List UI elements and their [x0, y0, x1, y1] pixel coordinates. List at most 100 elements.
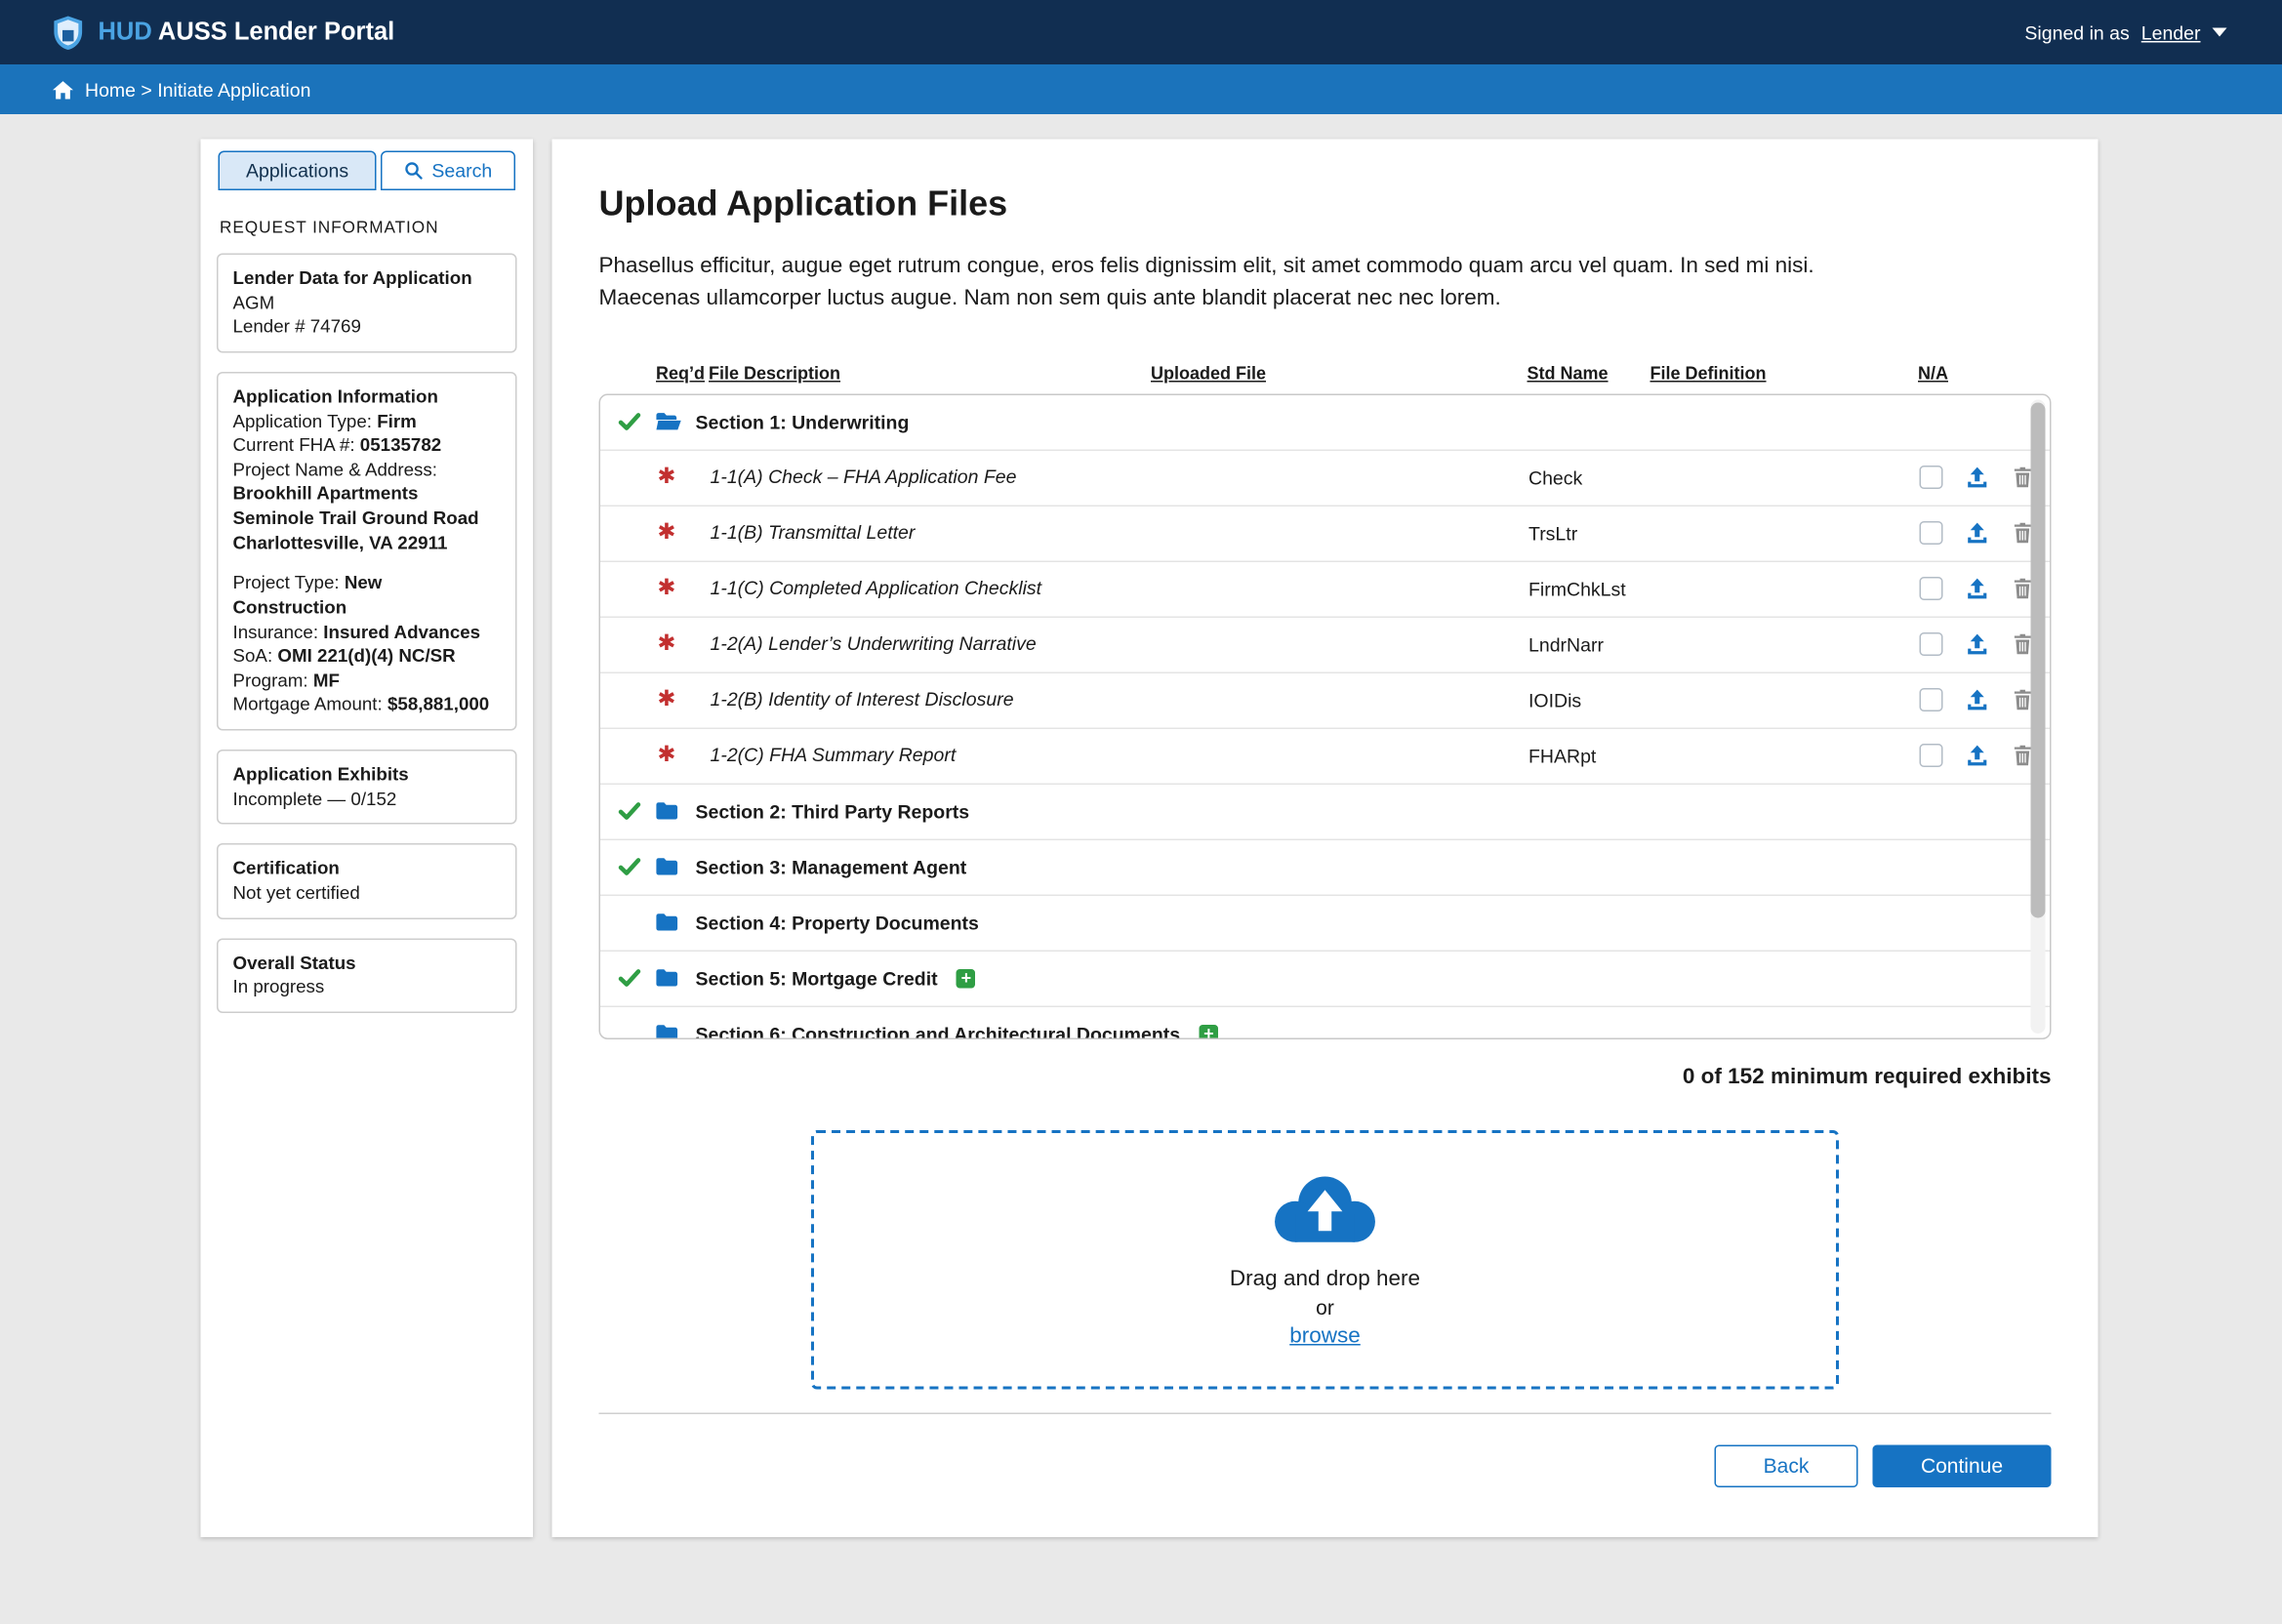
- required-icon: ✱: [658, 465, 676, 490]
- page-title: Upload Application Files: [599, 184, 2052, 225]
- tab-applications[interactable]: Applications: [219, 151, 377, 191]
- file-table: Section 1: Underwriting ✱ 1-1(A) Check –…: [599, 393, 2052, 1039]
- col-header-reqd[interactable]: Req’d: [656, 362, 705, 383]
- required-icon: ✱: [658, 576, 676, 601]
- folder-icon: [655, 409, 683, 434]
- file-description: 1-2(B) Identity of Interest Disclosure: [711, 688, 1014, 710]
- file-description: 1-1(B) Transmittal Letter: [711, 521, 916, 544]
- scrollbar-thumb[interactable]: [2031, 402, 2046, 917]
- upload-icon[interactable]: [1965, 743, 1990, 768]
- required-icon: ✱: [658, 520, 676, 546]
- upload-cloud-icon: [1264, 1170, 1387, 1254]
- na-checkbox[interactable]: [1920, 744, 1943, 767]
- certification-card: Certification Not yet certified: [217, 843, 517, 918]
- brand-hud: HUD: [99, 18, 152, 46]
- col-header-file-description[interactable]: File Description: [709, 362, 840, 383]
- address-line: Brookhill Apartments: [233, 482, 502, 507]
- na-checkbox[interactable]: [1920, 521, 1943, 545]
- check-icon: [618, 799, 641, 823]
- address-line: Charlottesville, VA 22911: [233, 531, 502, 555]
- lender-data-card: Lender Data for Application AGM Lender #…: [217, 254, 517, 353]
- current-fha: Current FHA #: 05135782: [233, 433, 502, 458]
- col-header-file-definition[interactable]: File Definition: [1650, 362, 1767, 383]
- tab-search[interactable]: Search: [381, 151, 515, 191]
- section-row[interactable]: Section 4: Property Documents: [600, 895, 2050, 951]
- home-icon[interactable]: [53, 80, 73, 100]
- sidebar: Applications Search REQUEST INFORMATION …: [201, 140, 534, 1538]
- file-row: ✱ 1-2(C) FHA Summary Report FHARpt: [600, 728, 2050, 784]
- check-icon: [618, 410, 641, 433]
- program: Program: MF: [233, 669, 502, 693]
- section-row[interactable]: Section 5: Mortgage Credit +: [600, 951, 2050, 1006]
- browse-link[interactable]: browse: [1289, 1323, 1361, 1349]
- certification-title: Certification: [233, 857, 502, 881]
- required-icon: ✱: [658, 631, 676, 657]
- folder-icon: [655, 854, 683, 879]
- table-header-row: Req’d File Description Uploaded File Std…: [599, 355, 2052, 390]
- section-label: Section 3: Management Agent: [696, 856, 967, 878]
- upload-icon[interactable]: [1965, 576, 1990, 601]
- std-name: LndrNarr: [1528, 633, 1651, 656]
- breadcrumb-text[interactable]: Home > Initiate Application: [85, 78, 310, 101]
- application-type: Application Type: Firm: [233, 409, 502, 433]
- section-row[interactable]: Section 1: Underwriting: [600, 394, 2050, 450]
- file-row: ✱ 1-2(B) Identity of Interest Disclosure…: [600, 672, 2050, 728]
- file-row: ✱ 1-1(C) Completed Application Checklist…: [600, 561, 2050, 617]
- folder-icon: [655, 965, 683, 991]
- required-icon: ✱: [658, 743, 676, 768]
- col-header-uploaded-file[interactable]: Uploaded File: [1151, 362, 1266, 383]
- file-description: 1-2(A) Lender’s Underwriting Narrative: [711, 632, 1037, 655]
- scrollbar[interactable]: [2031, 399, 2046, 1034]
- na-checkbox[interactable]: [1920, 577, 1943, 600]
- na-checkbox[interactable]: [1920, 688, 1943, 711]
- upload-icon[interactable]: [1965, 631, 1990, 657]
- folder-icon: [655, 798, 683, 824]
- std-name: Check: [1528, 467, 1651, 489]
- file-row: ✱ 1-1(A) Check – FHA Application Fee Che…: [600, 450, 2050, 506]
- file-row: ✱ 1-2(A) Lender’s Underwriting Narrative…: [600, 617, 2050, 672]
- section-row[interactable]: Section 6: Construction and Architectura…: [600, 1006, 2050, 1038]
- file-description: 1-2(C) FHA Summary Report: [711, 744, 957, 766]
- soa: SoA: OMI 221(d)(4) NC/SR: [233, 644, 502, 669]
- signin-user-link[interactable]: Lender: [2141, 21, 2201, 44]
- section-row[interactable]: Section 2: Third Party Reports: [600, 784, 2050, 839]
- application-exhibits-card: Application Exhibits Incomplete — 0/152: [217, 750, 517, 825]
- upload-icon[interactable]: [1965, 687, 1990, 712]
- search-icon: [404, 161, 424, 181]
- address-label: Project Name & Address:: [233, 458, 502, 482]
- section-row[interactable]: Section 3: Management Agent: [600, 839, 2050, 895]
- std-name: TrsLtr: [1528, 522, 1651, 545]
- file-row: ✱ 1-1(B) Transmittal Letter TrsLtr: [600, 506, 2050, 561]
- upload-icon[interactable]: [1965, 465, 1990, 490]
- upload-icon[interactable]: [1965, 520, 1990, 546]
- std-name: FirmChkLst: [1528, 578, 1651, 600]
- col-header-std-name[interactable]: Std Name: [1528, 362, 1609, 383]
- check-icon: [618, 966, 641, 990]
- file-description: 1-1(A) Check – FHA Application Fee: [711, 466, 1017, 488]
- chevron-down-icon[interactable]: [2213, 28, 2227, 37]
- continue-button[interactable]: Continue: [1873, 1444, 2052, 1487]
- na-checkbox[interactable]: [1920, 466, 1943, 489]
- dropzone-text: Drag and drop here: [1230, 1267, 1420, 1292]
- exhibits-title: Application Exhibits: [233, 763, 502, 788]
- col-header-na[interactable]: N/A: [1918, 362, 1948, 383]
- add-icon[interactable]: +: [1200, 1024, 1219, 1038]
- section-label: Section 4: Property Documents: [696, 912, 979, 934]
- section-label: Section 1: Underwriting: [696, 411, 910, 433]
- tab-search-label: Search: [431, 160, 492, 183]
- file-table-body: Section 1: Underwriting ✱ 1-1(A) Check –…: [600, 394, 2050, 1038]
- request-information-label: REQUEST INFORMATION: [220, 220, 514, 237]
- insurance: Insurance: Insured Advances: [233, 620, 502, 644]
- mortgage-amount: Mortgage Amount: $58,881,000: [233, 693, 502, 717]
- dropzone[interactable]: Drag and drop here or browse: [811, 1129, 1839, 1389]
- app-header: HUD AUSS Lender Portal Signed in as Lend…: [0, 0, 2282, 64]
- add-icon[interactable]: +: [957, 968, 976, 988]
- na-checkbox[interactable]: [1920, 632, 1943, 656]
- action-buttons: Back Continue: [599, 1444, 2052, 1487]
- required-exhibits-summary: 0 of 152 minimum required exhibits: [599, 1064, 2052, 1089]
- back-button[interactable]: Back: [1715, 1444, 1858, 1487]
- section-label: Section 2: Third Party Reports: [696, 800, 970, 823]
- intro-text: Phasellus efficitur, augue eget rutrum c…: [599, 251, 2052, 314]
- brand-title: AUSS Lender Portal: [158, 18, 394, 46]
- lender-name: AGM: [233, 291, 502, 315]
